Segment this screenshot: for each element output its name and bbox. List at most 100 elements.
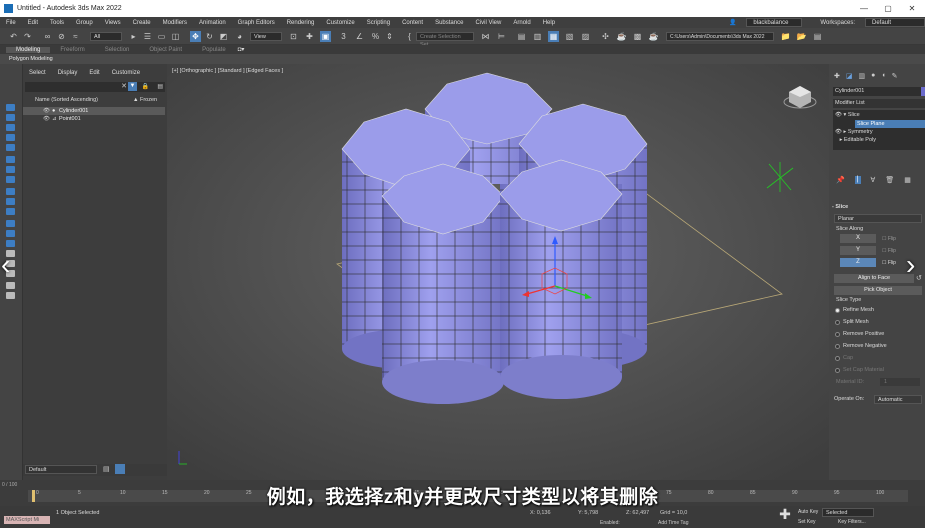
menu-arnold[interactable]: Arnold [507, 20, 536, 26]
bones-icon[interactable] [6, 208, 15, 215]
align-icon[interactable]: ⊨ [496, 31, 507, 42]
edit-named-selection-icon[interactable]: { [404, 31, 415, 42]
menu-create[interactable]: Create [127, 20, 157, 26]
spinner-snap-icon[interactable]: ⇕ [384, 31, 395, 42]
modifier-list-dropdown[interactable]: Modifier List [833, 99, 925, 108]
minimize-icon[interactable]: — [852, 0, 876, 17]
menu-help[interactable]: Help [537, 20, 561, 26]
select-and-move-icon[interactable]: ✥ [190, 31, 201, 42]
menu-tools[interactable]: Tools [44, 20, 70, 26]
curve-editor-icon[interactable]: ▧ [564, 31, 575, 42]
redo-icon[interactable]: ↷ [22, 31, 33, 42]
layer-manager-icon[interactable]: ▤ [103, 465, 110, 473]
create-tab-icon[interactable]: ✚ [834, 72, 840, 82]
project-path-dropdown[interactable]: C:\Users\Admin\Documents\3ds Max 2022 [666, 32, 774, 41]
project-folder-icon[interactable]: 📁 [780, 31, 791, 42]
tab-object-paint[interactable]: Object Paint [139, 47, 192, 53]
coord-x[interactable]: X: 0,136 [530, 510, 551, 516]
radio-refine-mesh[interactable]: Refine Mesh [835, 307, 874, 313]
next-arrow-icon[interactable]: › [906, 249, 915, 281]
select-and-place-icon[interactable]: ◕ [234, 31, 245, 42]
flip-x-checkbox[interactable]: ☐ Flip [882, 236, 896, 242]
menu-modifiers[interactable]: Modifiers [157, 20, 193, 26]
stack-item-slice[interactable]: 👁 ▾ Slice [835, 112, 860, 118]
remove-modifier-icon[interactable]: 🗑 [885, 176, 894, 184]
select-manipulate-icon[interactable]: ✚ [304, 31, 315, 42]
scene-tab-edit[interactable]: Edit [83, 70, 105, 80]
schematic-view-icon[interactable]: ▨ [580, 31, 591, 42]
workspace-dropdown[interactable]: Default [865, 18, 925, 27]
motion-tab-icon[interactable]: ● [871, 72, 875, 82]
radio-remove-negative[interactable]: Remove Negative [835, 343, 887, 349]
lights-icon[interactable] [6, 156, 15, 163]
tree-item-cylinder[interactable]: 👁 ● Cylinder001 [23, 107, 165, 115]
shapes-icon[interactable] [6, 144, 15, 151]
menu-rendering[interactable]: Rendering [281, 20, 321, 26]
snaps-toggle-icon[interactable]: 3 [338, 31, 349, 42]
menu-customize[interactable]: Customize [320, 20, 360, 26]
utilities-tab-icon[interactable]: ✎ [892, 72, 898, 82]
maxscript-listener[interactable]: MAXScript Mi [4, 516, 50, 524]
space-warps-icon[interactable] [6, 188, 15, 195]
prev-arrow-icon[interactable]: ‹ [1, 249, 10, 281]
rendered-frame-icon[interactable]: ▩ [632, 31, 643, 42]
xref-icon[interactable] [6, 292, 15, 299]
selection-filter-dropdown[interactable]: All [90, 32, 122, 41]
systems-icon[interactable] [6, 198, 15, 205]
scene-tab-customize[interactable]: Customize [106, 70, 146, 80]
align-to-face-button[interactable]: Align to Face [834, 274, 914, 283]
select-icon[interactable] [6, 104, 15, 111]
menu-content[interactable]: Content [396, 20, 429, 26]
object-color-swatch[interactable] [921, 87, 925, 96]
object-name-field[interactable]: Cylinder001 [833, 87, 921, 96]
axis-z-button[interactable]: Z [840, 258, 876, 267]
pin-stack-icon[interactable]: 📌 [836, 176, 845, 184]
configure-sets-icon[interactable]: ▦ [904, 176, 911, 184]
layer-dropdown[interactable]: Default [25, 465, 97, 474]
add-time-tag[interactable]: Add Time Tag [658, 520, 688, 526]
select-and-rotate-icon[interactable]: ↻ [204, 31, 215, 42]
container-icon[interactable] [6, 282, 15, 289]
key-filters-button[interactable]: Key Filters... [838, 519, 866, 525]
tree-item-point[interactable]: 👁 ⊿ Point001 [23, 115, 165, 123]
layer-explorer-icon[interactable]: ▥ [532, 31, 543, 42]
flip-z-checkbox[interactable]: ☐ Flip [882, 260, 896, 266]
material-id-spinner[interactable]: 1 [880, 378, 920, 386]
column-name[interactable]: Name (Sorted Ascending) [35, 97, 98, 103]
material-editor-icon[interactable]: ✣ [600, 31, 611, 42]
keyboard-shortcut-override-icon[interactable]: ▣ [320, 31, 331, 42]
link-icon[interactable]: ∞ [42, 31, 53, 42]
menu-animation[interactable]: Animation [193, 20, 232, 26]
helpers-icon[interactable] [6, 176, 15, 183]
menu-views[interactable]: Views [99, 20, 127, 26]
percent-snap-icon[interactable]: % [370, 31, 381, 42]
undo-icon[interactable]: ↶ [8, 31, 19, 42]
set-key-button[interactable]: Set Key [798, 519, 816, 525]
menu-civil-view[interactable]: Civil View [469, 20, 507, 26]
checkbox-cap[interactable]: Cap [835, 355, 853, 361]
menu-scripting[interactable]: Scripting [361, 20, 396, 26]
modify-tab-icon[interactable]: ◪ [846, 72, 853, 82]
pivot-center-icon[interactable]: ⊡ [288, 31, 299, 42]
tab-selection[interactable]: Selection [95, 47, 140, 53]
filter-icon[interactable] [6, 240, 15, 247]
scene-search-bar[interactable]: ✕ ▼ 🔒 ▤ [25, 82, 165, 92]
unlink-icon[interactable]: ⊘ [56, 31, 67, 42]
polygon-modeling-bar[interactable]: Polygon Modeling [0, 54, 925, 64]
select-and-scale-icon[interactable]: ◩ [218, 31, 229, 42]
tab-modeling[interactable]: Modeling [6, 46, 51, 53]
axis-x-button[interactable]: X [840, 234, 876, 243]
scene-tab-display[interactable]: Display [52, 70, 84, 80]
angle-snap-icon[interactable]: ∠ [354, 31, 365, 42]
render-setup-icon[interactable]: ☕ [616, 31, 627, 42]
scene-options-icon[interactable]: ▤ [157, 83, 163, 90]
ribbon-options-icon[interactable]: ◘▾ [236, 46, 247, 53]
display-icon[interactable] [6, 114, 15, 121]
rectangular-selection-icon[interactable]: ▭ [156, 31, 167, 42]
stack-item-slice-plane[interactable]: Slice Plane [855, 120, 925, 128]
maximize-icon[interactable]: ▢ [876, 0, 900, 17]
scene-tab-select[interactable]: Select [23, 70, 52, 80]
scene-explorer-icon[interactable]: ▤ [516, 31, 527, 42]
window-crossing-icon[interactable]: ◫ [170, 31, 181, 42]
stack-item-editable-poly[interactable]: ▸ Editable Poly [835, 137, 876, 143]
